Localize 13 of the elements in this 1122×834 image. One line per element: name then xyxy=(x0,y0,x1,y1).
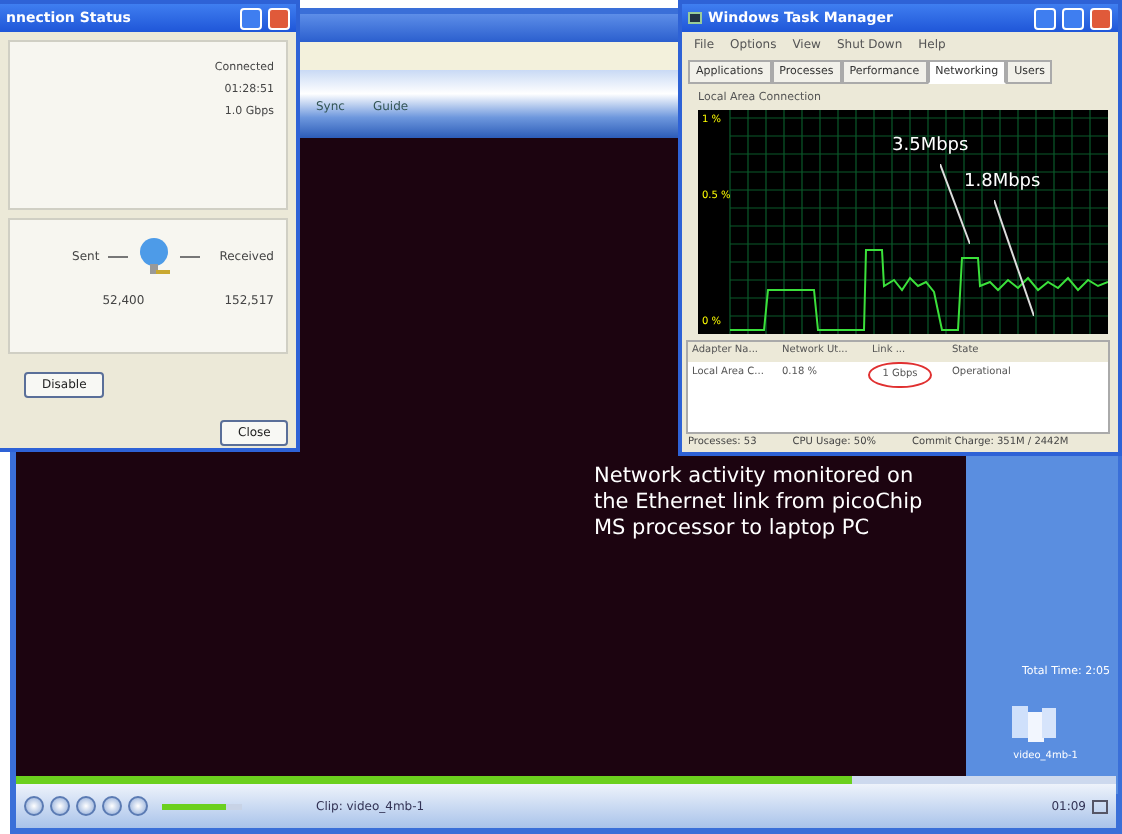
close-button[interactable] xyxy=(1090,7,1112,29)
leader-line xyxy=(940,164,970,244)
divider-line xyxy=(179,255,200,257)
video-files-icon xyxy=(1008,700,1060,745)
leader-line xyxy=(994,200,1034,310)
fullscreen-icon[interactable] xyxy=(1092,799,1108,813)
divider-line xyxy=(107,255,128,257)
close-button[interactable] xyxy=(268,7,290,29)
annotation-label: 3.5Mbps xyxy=(892,134,969,160)
caption-text: Network activity monitored on the Ethernet link from picoChip MS processor to laptop PC xyxy=(594,464,925,542)
volume-slider[interactable] xyxy=(162,803,242,809)
monitor-icon xyxy=(688,12,702,24)
annotation-label: 1.8Mbps xyxy=(964,170,1041,196)
